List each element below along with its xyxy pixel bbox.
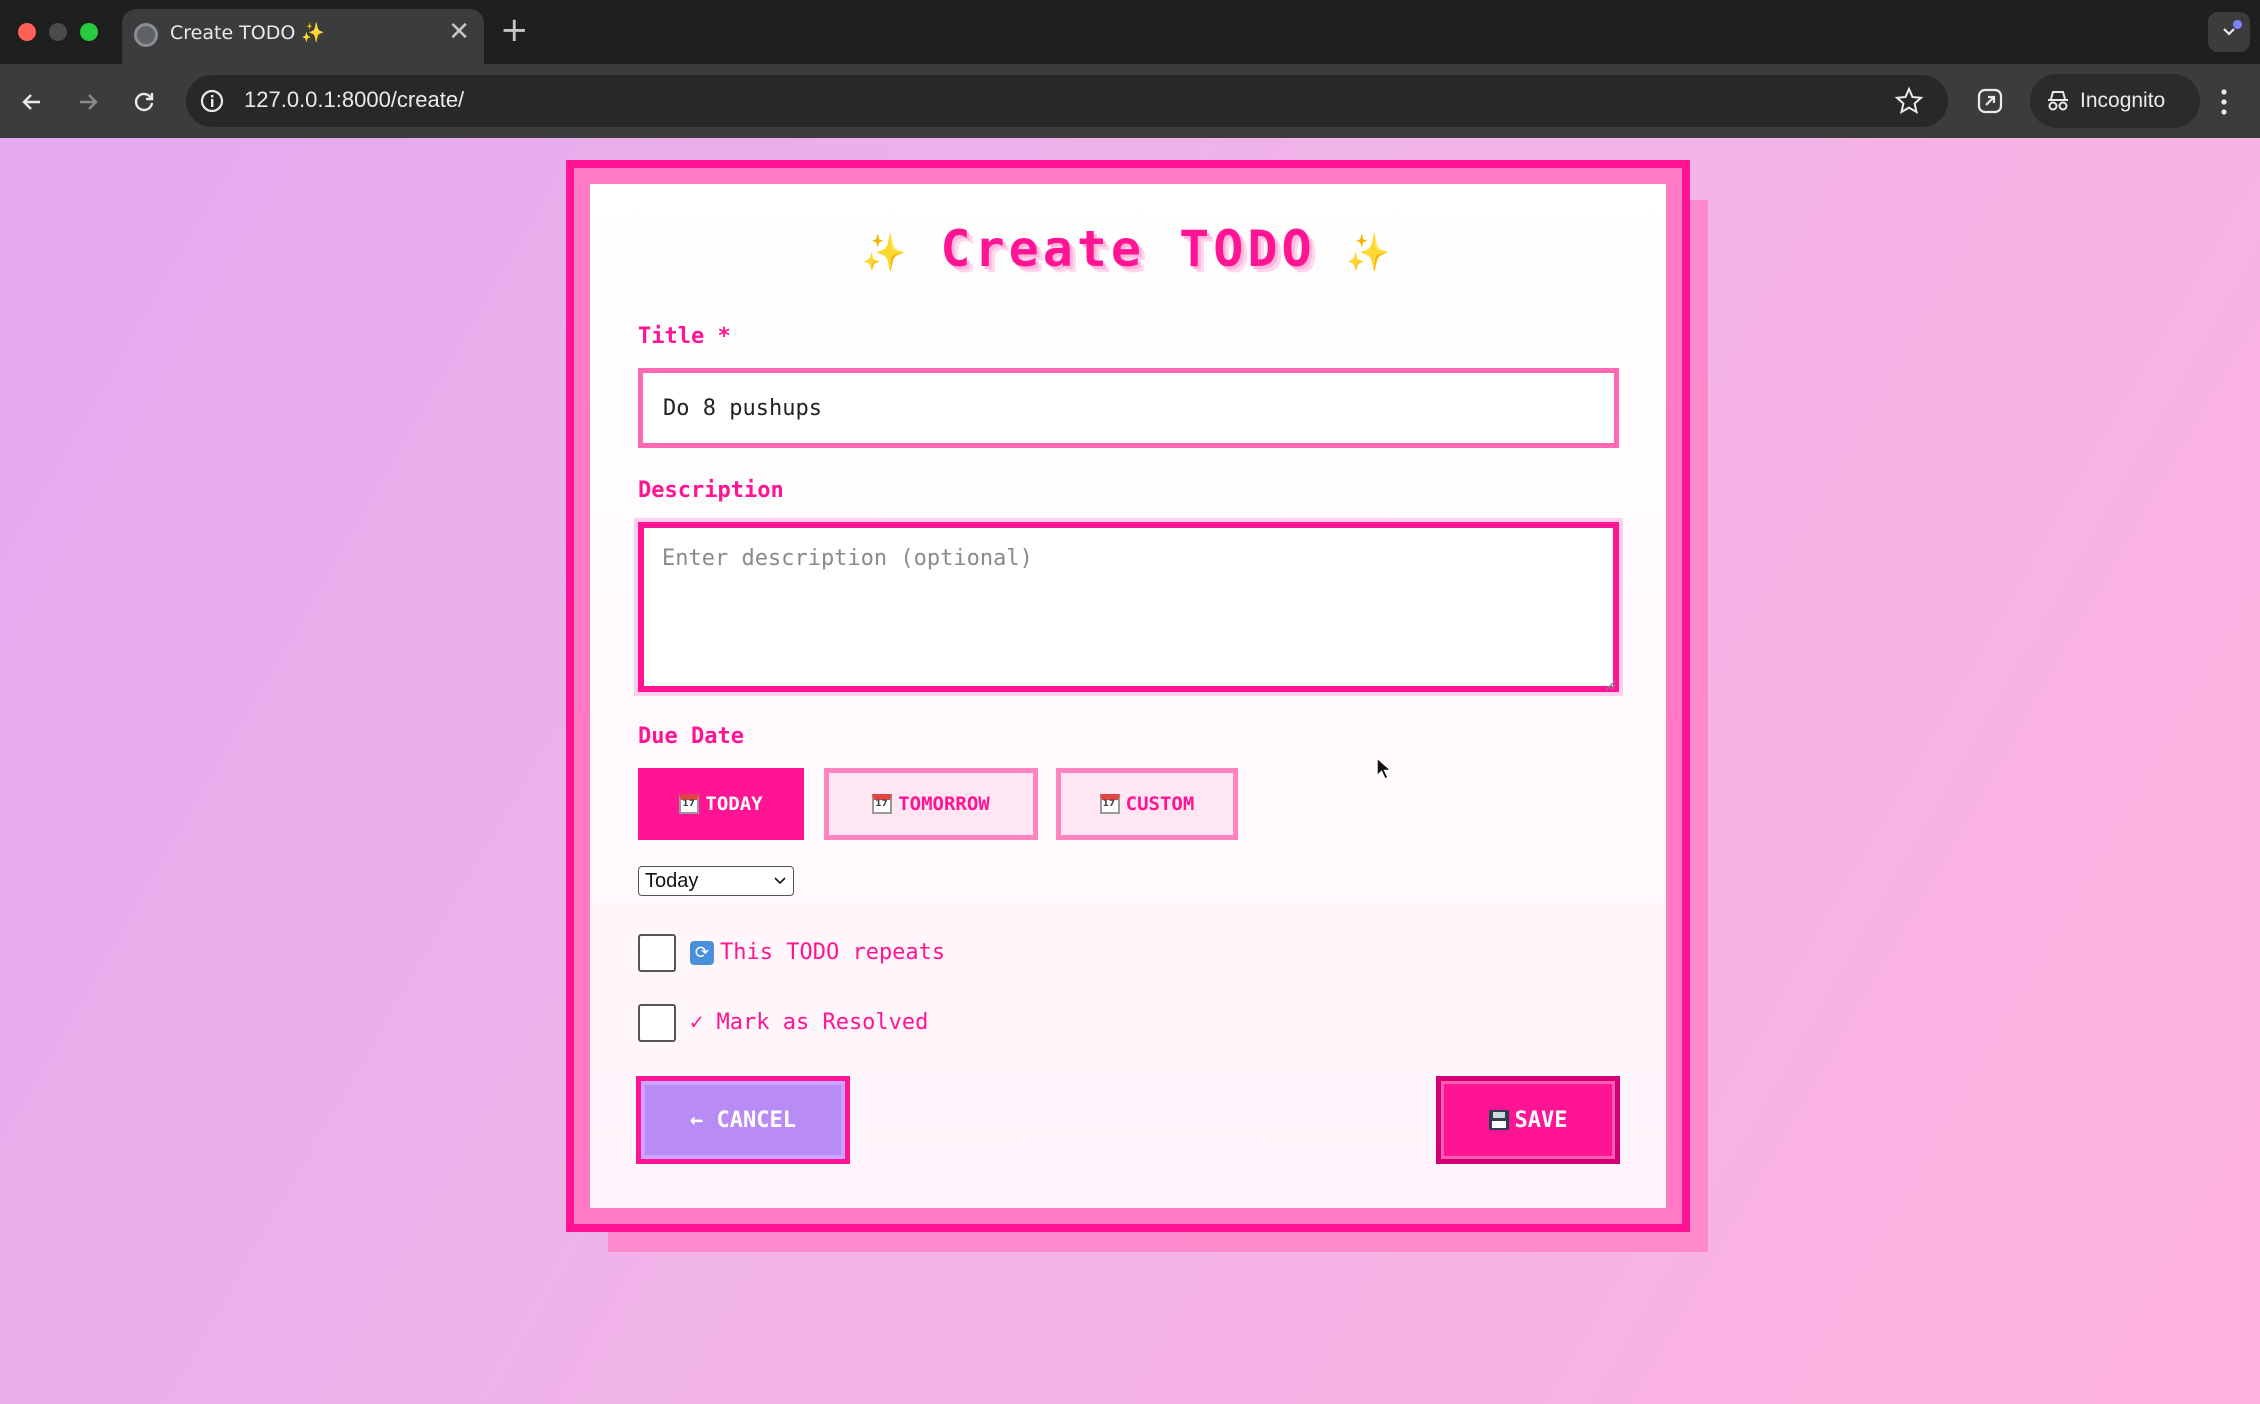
back-arrow-icon[interactable] [16, 86, 48, 118]
browser-tab-strip: Create TODO ✨ ✕ + [0, 0, 2260, 64]
cancel-button[interactable]: ← CANCEL [636, 1076, 850, 1164]
description-label: Description [638, 478, 784, 503]
notification-dot [2233, 20, 2242, 29]
repeat-label-text: This TODO repeats [720, 940, 946, 965]
create-todo-card-frame: ✨ Create TODO ✨ Title * Description Due Da… [566, 160, 1690, 1232]
due-custom-button[interactable]: CUSTOM [1056, 768, 1238, 840]
mouse-cursor-icon [1376, 756, 1393, 780]
due-custom-label: CUSTOM [1125, 793, 1195, 815]
new-tab-button[interactable]: + [500, 12, 529, 48]
resolved-checkbox[interactable] [638, 1004, 676, 1042]
reload-icon[interactable] [128, 86, 160, 118]
due-today-button[interactable]: TODAY [638, 768, 804, 840]
card-border: ✨ Create TODO ✨ Title * Description Due Da… [574, 168, 1682, 1224]
page-title: ✨ Create TODO ✨ [590, 220, 1666, 278]
extensions-icon[interactable] [1974, 85, 2006, 117]
due-tomorrow-button[interactable]: TOMORROW [824, 768, 1038, 840]
sparkle-icon: ✨ [861, 232, 911, 274]
repeat-icon: ⟳ [690, 941, 714, 965]
title-label: Title * [638, 324, 731, 349]
title-input[interactable] [638, 368, 1619, 448]
resolved-label[interactable]: ✓ Mark as Resolved [690, 1010, 928, 1035]
window-minimize-button[interactable] [49, 23, 67, 41]
bookmark-star-icon[interactable] [1894, 86, 1924, 116]
incognito-icon [2048, 91, 2068, 111]
calendar-icon [872, 794, 893, 814]
sparkle-icon: ✨ [1345, 232, 1395, 274]
more-options-icon[interactable] [2218, 86, 2230, 118]
due-date-select-value: Today [645, 870, 699, 892]
save-button[interactable]: SAVE [1436, 1076, 1620, 1164]
create-todo-form: ✨ Create TODO ✨ Title * Description Due Da… [590, 184, 1666, 1208]
due-today-label: TODAY [705, 793, 763, 815]
due-date-label: Due Date [638, 724, 744, 749]
repeat-label[interactable]: ⟳ This TODO repeats [690, 940, 945, 965]
calendar-icon [679, 794, 700, 814]
url-text: 127.0.0.1:8000/create/ [244, 87, 465, 112]
tab-search-button[interactable] [2208, 12, 2250, 52]
page-viewport: ✨ Create TODO ✨ Title * Description Due Da… [0, 138, 2260, 1404]
description-input[interactable] [638, 522, 1619, 692]
forward-arrow-icon[interactable] [72, 86, 104, 118]
address-bar[interactable]: 127.0.0.1:8000/create/ [186, 75, 1948, 127]
page-title-text: Create TODO [940, 220, 1316, 278]
save-label: SAVE [1514, 1107, 1568, 1133]
browser-tab[interactable]: Create TODO ✨ ✕ [122, 9, 484, 64]
globe-icon [134, 23, 158, 47]
site-info-icon[interactable] [198, 87, 226, 115]
resize-handle-icon[interactable] [1604, 678, 1616, 690]
due-date-select[interactable]: Today [638, 866, 794, 896]
incognito-indicator[interactable]: Incognito [2030, 74, 2200, 128]
window-close-button[interactable] [18, 23, 36, 41]
window-maximize-button[interactable] [80, 23, 98, 41]
repeat-checkbox[interactable] [638, 934, 676, 972]
calendar-icon [1099, 794, 1120, 814]
tab-title: Create TODO ✨ [170, 22, 326, 44]
incognito-label: Incognito [2080, 89, 2166, 112]
floppy-disk-icon [1488, 1110, 1509, 1130]
browser-toolbar: 127.0.0.1:8000/create/ Incognito [0, 64, 2260, 138]
chevron-down-icon [774, 877, 786, 885]
due-tomorrow-label: TOMORROW [898, 793, 990, 815]
tab-close-icon[interactable]: ✕ [448, 17, 470, 47]
